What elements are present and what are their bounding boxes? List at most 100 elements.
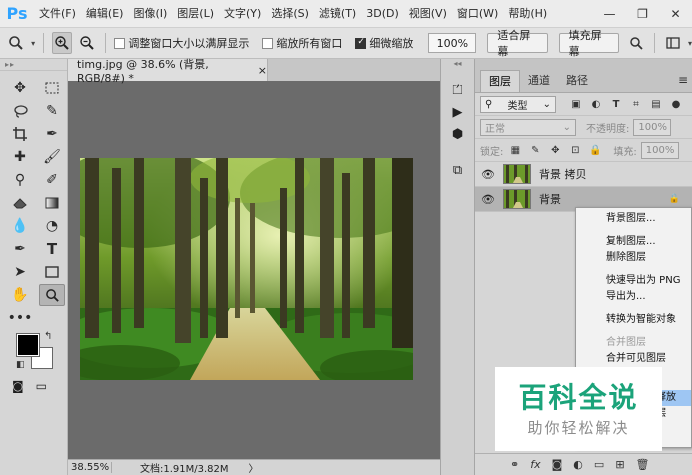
rectangle-tool-icon[interactable] — [39, 261, 65, 283]
history-icon[interactable]: ⏍ — [446, 79, 470, 101]
fx-icon[interactable]: fx — [530, 458, 540, 471]
actions-play-icon[interactable]: ▶ — [446, 101, 470, 123]
foreground-color-swatch[interactable] — [16, 333, 40, 357]
menu-filter[interactable]: 滤镜(T) — [314, 0, 361, 28]
layer-name[interactable]: 背景 — [539, 191, 561, 207]
workspace-icon[interactable] — [663, 32, 683, 54]
dodge-tool-icon[interactable]: ◔ — [39, 215, 65, 237]
quick-mask-icon[interactable]: ◙ — [12, 379, 24, 393]
eyedropper-tool-icon[interactable]: ✒ — [39, 123, 65, 145]
menu-3d[interactable]: 3D(D) — [361, 0, 404, 28]
healing-brush-tool-icon[interactable]: ✚ — [7, 146, 33, 168]
zoom-in-icon[interactable] — [52, 32, 73, 54]
fit-screen-button[interactable]: 适合屏幕 — [487, 29, 548, 58]
mask-icon[interactable]: ◙ — [552, 458, 563, 471]
menu-type[interactable]: 文字(Y) — [219, 0, 266, 28]
menu-item-export-as[interactable]: 导出为... — [576, 289, 691, 305]
menu-item-duplicate-layer[interactable]: 复制图层... — [576, 234, 691, 250]
blend-mode-select[interactable]: 正常 ⌄ — [480, 118, 576, 136]
hand-tool-icon[interactable]: ✋ — [7, 284, 33, 306]
filter-adjustment-icon[interactable]: ◐ — [588, 96, 604, 112]
workspace-dropdown-arrow-icon[interactable]: ▾ — [688, 39, 692, 48]
zoom-out-icon[interactable] — [77, 32, 97, 54]
status-info-arrow[interactable]: 〉 — [249, 460, 259, 475]
type-tool-icon[interactable]: T — [39, 238, 65, 260]
brush-tool-icon[interactable]: 🖌 — [39, 146, 65, 168]
path-selection-tool-icon[interactable]: ➤ — [7, 261, 33, 283]
lock-position-icon[interactable]: ✥ — [547, 142, 563, 158]
checkbox-box[interactable] — [262, 37, 274, 49]
folder-icon[interactable]: ▭ — [594, 458, 604, 471]
toolbar-grip[interactable]: ▸▸ — [0, 59, 67, 71]
eye-icon[interactable]: 👁 — [481, 168, 495, 181]
menu-select[interactable]: 选择(S) — [266, 0, 314, 28]
forest-path-image[interactable] — [80, 158, 413, 380]
fill-field[interactable]: 100% — [640, 141, 679, 159]
eye-icon[interactable]: 👁 — [481, 193, 495, 206]
zoom-tool-icon[interactable] — [39, 284, 65, 306]
pen-tool-icon[interactable]: ✒ — [7, 238, 33, 260]
status-zoom-value[interactable]: 38.55% — [68, 462, 112, 473]
lasso-tool-icon[interactable] — [7, 100, 33, 122]
history-brush-tool-icon[interactable]: ✐ — [39, 169, 65, 191]
close-tab-icon[interactable]: × — [258, 64, 267, 77]
scrubby-zoom-checkbox[interactable]: 细微缩放 — [355, 35, 413, 51]
menu-layer[interactable]: 图层(L) — [172, 0, 219, 28]
document-tab[interactable]: timg.jpg @ 38.6% (背景, RGB/8#) * × — [68, 58, 268, 85]
menu-item-quick-export-png[interactable]: 快速导出为 PNG — [576, 273, 691, 289]
adjustment-icon[interactable]: ◐ — [573, 458, 583, 471]
filter-pixel-icon[interactable]: ▣ — [568, 96, 584, 112]
more-tools-icon[interactable]: ••• — [7, 307, 33, 329]
marquee-tool-icon[interactable] — [39, 77, 65, 99]
zoom-all-windows-checkbox[interactable]: 缩放所有窗口 — [262, 35, 342, 51]
default-colors-icon[interactable]: ◧ — [16, 360, 25, 370]
close-button[interactable]: ✕ — [659, 0, 692, 28]
gradient-tool-icon[interactable] — [39, 192, 65, 214]
layer-name[interactable]: 背景 拷贝 — [539, 166, 587, 182]
opacity-field[interactable]: 100% — [633, 118, 672, 136]
restore-button[interactable]: ❐ — [626, 0, 659, 28]
screen-mode-icon[interactable]: ▭ — [36, 379, 47, 393]
menu-item-convert-smart-object[interactable]: 转换为智能对象 — [576, 312, 691, 328]
fill-screen-button[interactable]: 填充屏幕 — [558, 29, 619, 58]
menu-item-merge-visible[interactable]: 合并可见图层 — [576, 351, 691, 367]
layer-filter-select[interactable]: ⚲ 类型 ⌄ — [480, 95, 556, 113]
menu-item-background-layer[interactable]: 背景图层... — [576, 211, 691, 227]
crop-tool-icon[interactable] — [7, 123, 33, 145]
link-icon[interactable]: ⚭ — [510, 458, 519, 471]
properties-icon[interactable]: ⧉ — [446, 159, 470, 181]
3d-icon[interactable]: ⬢ — [446, 123, 470, 145]
lock-artboard-icon[interactable]: ⊡ — [567, 142, 583, 158]
tab-layers[interactable]: 图层 — [480, 70, 520, 92]
menu-edit[interactable]: 编辑(E) — [81, 0, 129, 28]
zoom-percent-field[interactable]: 100% — [428, 33, 477, 53]
menu-help[interactable]: 帮助(H) — [503, 0, 552, 28]
lock-transparent-icon[interactable]: ▦ — [507, 142, 523, 158]
strip-grip[interactable]: ◂◂ — [441, 59, 474, 71]
menu-view[interactable]: 视图(V) — [404, 0, 452, 28]
trash-icon[interactable]: 🗑 — [636, 458, 650, 471]
new-layer-icon[interactable]: ⊞ — [615, 458, 624, 471]
menu-item-delete-layer[interactable]: 删除图层 — [576, 250, 691, 266]
checkbox-box[interactable] — [114, 37, 126, 49]
checkbox-box-checked[interactable] — [355, 37, 367, 49]
move-tool-icon[interactable]: ✥ — [7, 77, 33, 99]
blur-tool-icon[interactable]: 💧 — [7, 215, 33, 237]
filter-toggle-icon[interactable]: ● — [668, 96, 684, 112]
resize-windows-checkbox[interactable]: 调整窗口大小以满屏显示 — [114, 35, 249, 51]
filter-smart-object-icon[interactable]: ▤ — [648, 96, 664, 112]
zoom-tool-preset-icon[interactable] — [6, 32, 26, 54]
layer-row[interactable]: 👁 背景 拷贝 — [475, 162, 692, 187]
menu-window[interactable]: 窗口(W) — [452, 0, 503, 28]
menu-image[interactable]: 图像(I) — [128, 0, 172, 28]
lock-all-icon[interactable]: 🔒 — [587, 142, 603, 158]
filter-shape-icon[interactable]: ⌗ — [628, 96, 644, 112]
eraser-tool-icon[interactable] — [7, 192, 33, 214]
panel-menu-icon[interactable]: ≡ — [678, 73, 688, 87]
filter-type-icon[interactable]: T — [608, 96, 624, 112]
tab-paths[interactable]: 路径 — [558, 70, 596, 92]
tab-channels[interactable]: 通道 — [520, 70, 558, 92]
search-icon[interactable] — [626, 32, 646, 54]
preset-dropdown-arrow-icon[interactable]: ▾ — [31, 39, 35, 48]
swap-colors-icon[interactable]: ↰ — [44, 331, 52, 342]
